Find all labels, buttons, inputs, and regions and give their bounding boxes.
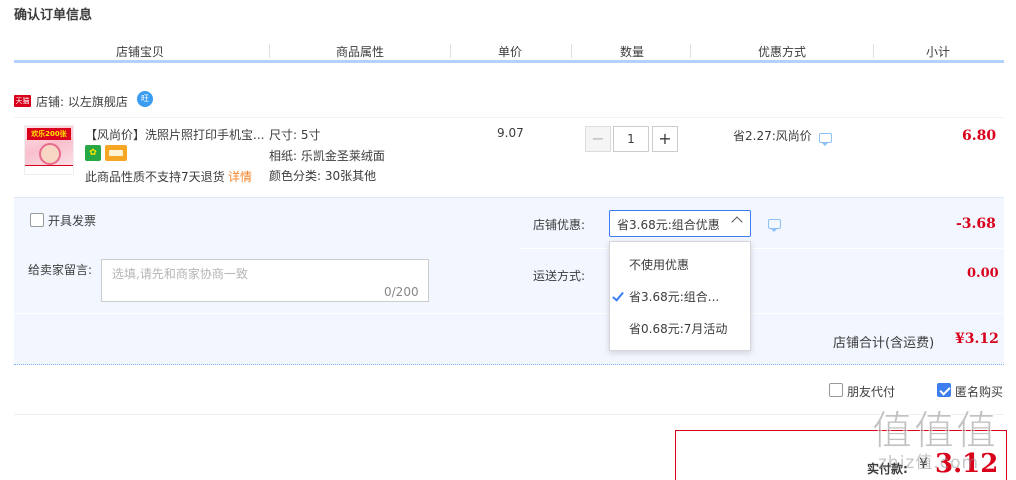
col-header-qty: 数量 bbox=[619, 45, 644, 59]
qty-plus-button[interactable]: + bbox=[652, 126, 678, 152]
shop-total-value: ¥3.12 bbox=[955, 331, 999, 347]
friend-pay-checkbox[interactable] bbox=[829, 383, 843, 397]
card-icon[interactable] bbox=[105, 145, 127, 161]
shop-discount-selected[interactable]: 省3.68元:组合优惠 bbox=[617, 216, 720, 233]
col-divider bbox=[873, 44, 874, 58]
detail-link[interactable]: 详情 bbox=[228, 168, 252, 185]
chat-bubble-icon[interactable] bbox=[768, 219, 781, 232]
col-divider bbox=[571, 44, 572, 58]
watermark-url: zhiz值.com bbox=[878, 453, 980, 473]
col-header-shop-item: 店铺宝贝 bbox=[115, 45, 164, 59]
photo-face-icon bbox=[39, 143, 61, 165]
col-header-promo: 优惠方式 bbox=[757, 45, 806, 59]
shop-discount-amount: -3.68 bbox=[956, 216, 996, 232]
invoice-checkbox[interactable] bbox=[30, 213, 44, 227]
product-thumbnail[interactable]: 欢乐200张 bbox=[24, 125, 74, 175]
dropdown-option-combo[interactable]: 省3.68元:组合... bbox=[629, 288, 719, 305]
no-refund-notice: 此商品性质不支持7天退货 bbox=[85, 170, 225, 184]
col-divider bbox=[450, 44, 451, 58]
qty-input[interactable]: 1 bbox=[613, 126, 649, 152]
col-divider bbox=[269, 44, 270, 58]
dropdown-option-none[interactable]: 不使用优惠 bbox=[629, 256, 689, 273]
shipping-label: 运送方式: bbox=[533, 269, 586, 283]
thumb-badge: 欢乐200张 bbox=[27, 128, 71, 140]
shop-discount-label: 店铺优惠: bbox=[533, 218, 586, 232]
item-subtotal: 6.80 bbox=[962, 128, 997, 144]
product-name-link[interactable]: 【风尚价】洗照片照打印手机宝... bbox=[85, 126, 264, 143]
page-title: 确认订单信息 bbox=[14, 8, 93, 23]
col-header-price: 单价 bbox=[497, 45, 522, 59]
unit-price: 9.07 bbox=[497, 126, 524, 140]
section-divider bbox=[14, 414, 1004, 415]
attr-color: 颜色分类: 30张其他 bbox=[269, 169, 377, 183]
shipping-amount: 0.00 bbox=[967, 266, 999, 281]
shop-total-label: 店铺合计(含运费) bbox=[833, 336, 935, 351]
jingxuan-icon[interactable]: ✿ bbox=[85, 145, 101, 161]
options-divider bbox=[14, 313, 1004, 314]
options-divider bbox=[519, 248, 1004, 249]
memo-char-count: 0/200 bbox=[384, 285, 419, 299]
col-header-subtotal: 小计 bbox=[925, 45, 950, 59]
invoice-label[interactable]: 开具发票 bbox=[48, 212, 96, 229]
header-underline bbox=[14, 60, 1004, 63]
attr-size: 尺寸: 5寸 bbox=[269, 128, 321, 142]
wangwang-icon[interactable]: 旺 bbox=[137, 91, 153, 107]
col-divider bbox=[690, 44, 691, 58]
memo-placeholder: 选填,请先和商家协商一致 bbox=[112, 267, 248, 281]
tmall-icon: 天猫 bbox=[14, 95, 31, 107]
item-promo: 省2.27:风尚价 bbox=[733, 129, 812, 143]
chat-bubble-icon[interactable] bbox=[819, 133, 832, 146]
shop-name[interactable]: 店铺: 以左旗舰店 bbox=[36, 93, 128, 110]
anonymous-checkbox[interactable] bbox=[937, 383, 951, 397]
thumb-footer bbox=[25, 165, 73, 174]
qty-minus-button[interactable]: − bbox=[585, 126, 611, 152]
attr-paper: 相纸: 乐凯金圣莱绒面 bbox=[269, 149, 385, 163]
dropdown-option-july[interactable]: 省0.68元:7月活动 bbox=[629, 320, 727, 337]
col-header-attrs: 商品属性 bbox=[335, 45, 384, 59]
memo-label: 给卖家留言: bbox=[28, 263, 93, 277]
